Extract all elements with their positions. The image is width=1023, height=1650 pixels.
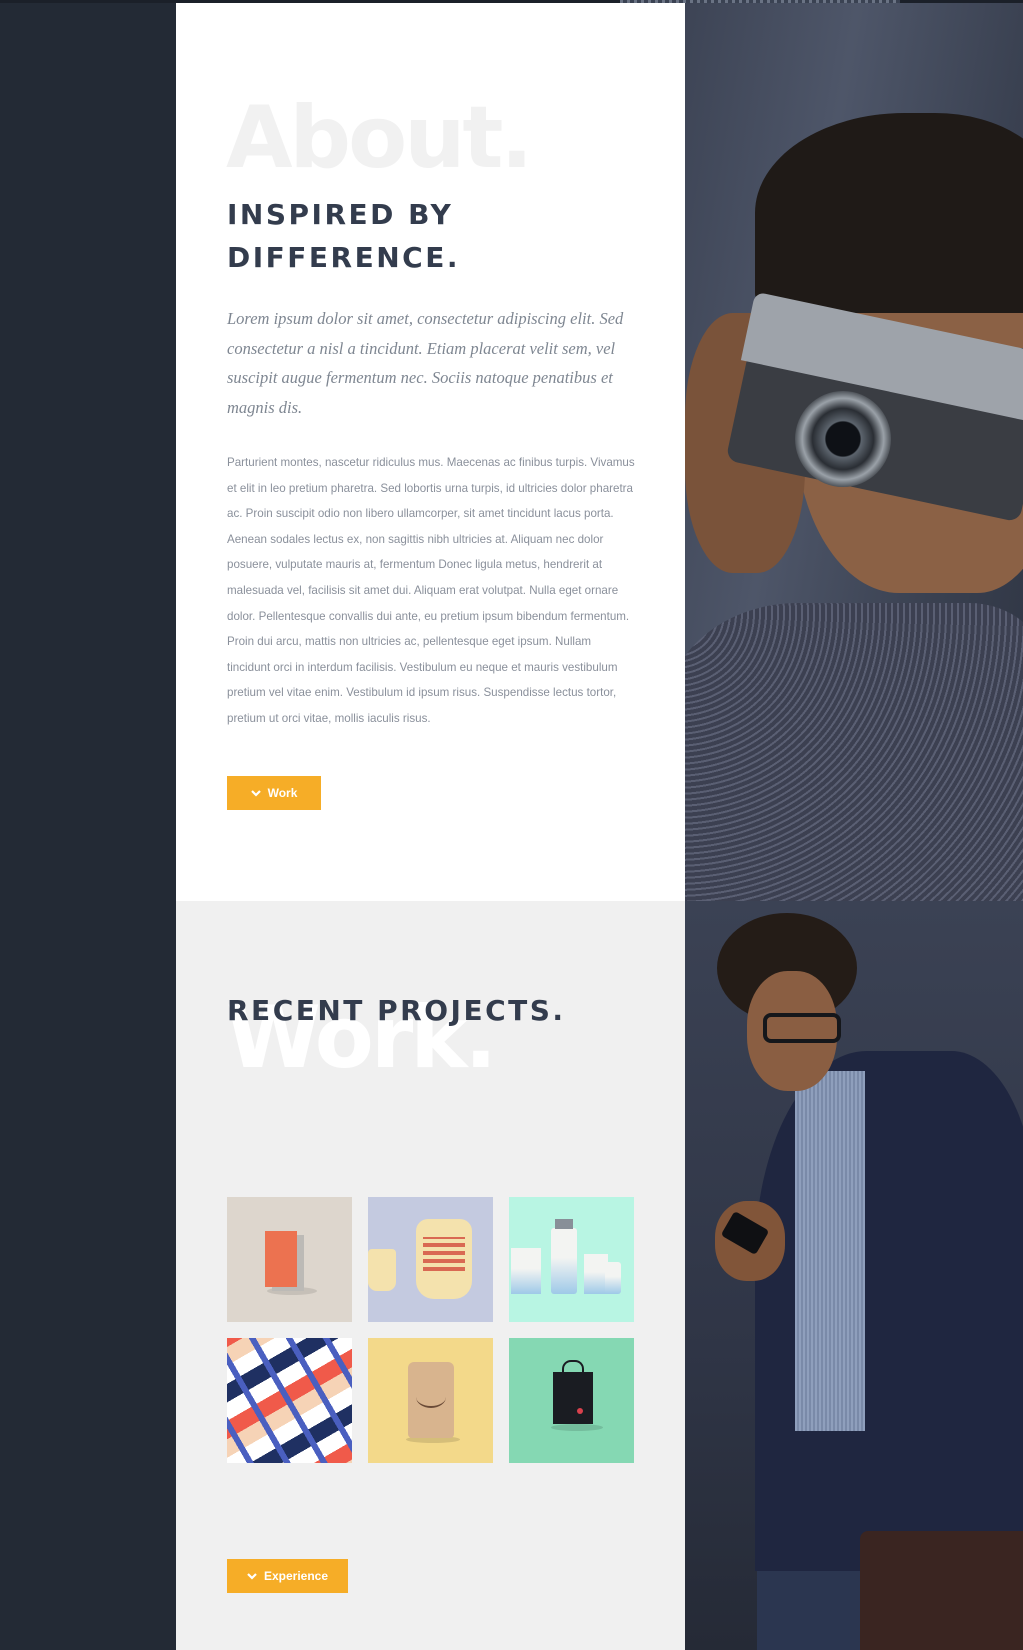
work-button-label: Work bbox=[267, 786, 298, 800]
work-heading: RECENT PROJECTS. bbox=[227, 994, 566, 1027]
about-lead-text: Lorem ipsum dolor sit amet, consectetur … bbox=[227, 309, 624, 417]
project-tile-black-shopping-bag[interactable] bbox=[509, 1338, 634, 1463]
project-tile-business-cards[interactable] bbox=[227, 1338, 352, 1463]
about-section: About. INSPIRED BY DIFFERENCE. Lorem ips… bbox=[176, 3, 685, 901]
about-watermark: About. bbox=[226, 88, 533, 188]
projects-grid bbox=[227, 1197, 634, 1463]
experience-button[interactable]: Experience bbox=[227, 1559, 348, 1593]
page: About. INSPIRED BY DIFFERENCE. Lorem ips… bbox=[0, 0, 1023, 1650]
man-with-camera-photo bbox=[685, 3, 1023, 901]
work-button[interactable]: Work bbox=[227, 776, 321, 810]
experience-button-label: Experience bbox=[263, 1569, 329, 1583]
project-tile-cosmetic-bottles[interactable] bbox=[509, 1197, 634, 1322]
chevron-down-icon bbox=[250, 789, 261, 797]
chevron-down-icon bbox=[247, 1572, 257, 1580]
project-tile-coffee-pouch[interactable] bbox=[368, 1338, 493, 1463]
work-section: Work. RECENT PROJECTS. Experience bbox=[176, 901, 685, 1650]
man-with-phone-photo bbox=[685, 901, 1023, 1650]
project-tile-teapot-stationery[interactable] bbox=[368, 1197, 493, 1322]
project-tile-packaging-box[interactable] bbox=[227, 1197, 352, 1322]
about-heading: INSPIRED BY DIFFERENCE. bbox=[227, 198, 460, 274]
about-body-text: Parturient montes, nascetur ridiculus mu… bbox=[227, 456, 635, 725]
